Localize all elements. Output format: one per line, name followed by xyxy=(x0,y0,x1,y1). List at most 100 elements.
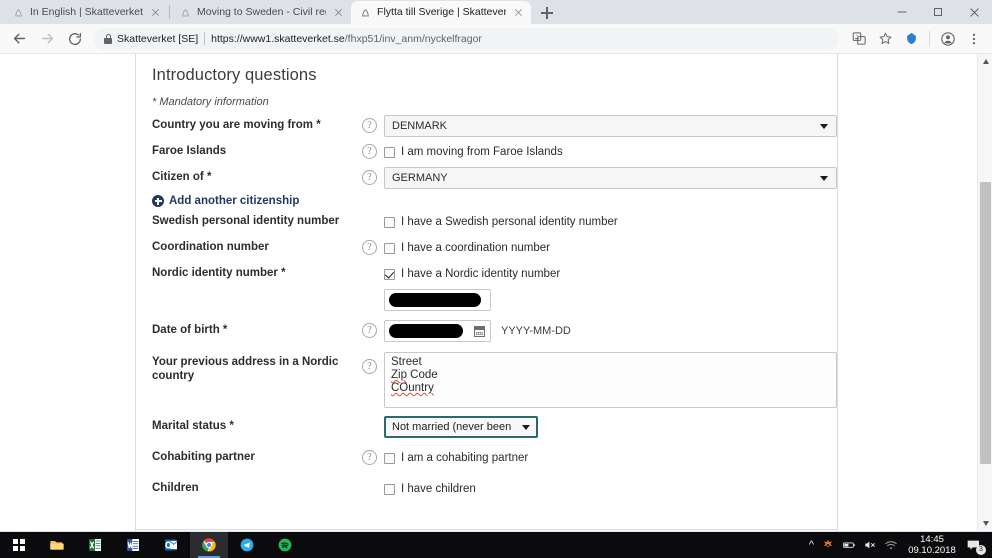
help-column: ? xyxy=(362,319,384,338)
checkbox-label: I have children xyxy=(401,483,476,495)
outlook-icon[interactable] xyxy=(152,532,190,558)
help-icon[interactable]: ? xyxy=(362,170,377,185)
help-column: ? xyxy=(362,114,384,133)
marital-status-select[interactable]: Not married (never been xyxy=(384,416,538,438)
three-dot-menu-icon[interactable] xyxy=(962,26,986,52)
help-icon[interactable]: ? xyxy=(362,359,377,374)
extension-icon[interactable] xyxy=(899,26,923,52)
swedish-id-checkbox-row[interactable]: I have a Swedish personal identity numbe… xyxy=(384,211,819,233)
nordic-id-checkbox[interactable] xyxy=(384,268,395,280)
field-label: Date of birth * xyxy=(152,324,228,336)
help-column: ? xyxy=(362,236,384,255)
page-viewport: Introductory questions * Mandatory infor… xyxy=(0,54,992,531)
help-column: ? xyxy=(362,351,384,374)
scrollbar-thumb[interactable] xyxy=(980,182,991,464)
volume-muted-icon[interactable] xyxy=(863,538,877,552)
antivirus-icon[interactable] xyxy=(821,538,835,552)
help-icon[interactable]: ? xyxy=(362,240,377,255)
citizenship-select[interactable]: GERMANY xyxy=(384,167,837,189)
maximize-icon[interactable] xyxy=(920,0,956,24)
star-icon[interactable] xyxy=(873,26,897,52)
help-icon[interactable]: ? xyxy=(362,450,377,465)
action-center-icon[interactable]: 3 xyxy=(966,537,986,555)
new-tab-button[interactable] xyxy=(534,2,560,24)
help-icon[interactable]: ? xyxy=(362,323,377,338)
plus-circle-icon xyxy=(152,195,164,207)
address-bar[interactable]: Skatteverket [SE] https://www1.skattever… xyxy=(94,27,839,50)
chevron-up-icon[interactable]: ^ xyxy=(809,539,814,551)
browser-tab-1[interactable]: In English | Skatteverket xyxy=(4,1,169,24)
faroe-islands-checkbox-row[interactable]: I am moving from Faroe Islands xyxy=(384,141,819,163)
chevron-down-icon xyxy=(522,425,530,430)
file-explorer-icon[interactable] xyxy=(38,532,76,558)
spotify-icon[interactable] xyxy=(266,532,304,558)
textarea-line-1: Street xyxy=(391,356,422,368)
url-path: /fhxp51/inv_anm/nyckelfragor xyxy=(344,32,482,45)
translate-icon[interactable] xyxy=(847,26,871,52)
forward-arrow-icon[interactable] xyxy=(34,26,60,52)
field-label: Children xyxy=(152,482,199,494)
children-checkbox[interactable] xyxy=(384,483,395,495)
children-checkbox-row[interactable]: I have children xyxy=(384,478,819,500)
url-origin: https://www1.skatteverket.se xyxy=(211,32,345,45)
page-body: Introductory questions * Mandatory infor… xyxy=(0,54,977,531)
chrome-icon[interactable] xyxy=(190,532,228,558)
taskbar-clock[interactable]: 14:45 09.10.2018 xyxy=(905,534,959,556)
page-scrollbar[interactable] xyxy=(977,54,992,531)
window-controls xyxy=(884,0,992,24)
windows-logo xyxy=(13,539,25,551)
back-arrow-icon[interactable] xyxy=(6,26,32,52)
close-icon[interactable] xyxy=(956,0,992,24)
chevron-down-icon xyxy=(820,124,828,129)
profile-avatar-icon[interactable] xyxy=(936,26,960,52)
coordination-number-checkbox-row[interactable]: I have a coordination number xyxy=(384,237,819,259)
field-label: Country you are moving from * xyxy=(152,119,321,131)
cohabiting-partner-checkbox[interactable] xyxy=(384,452,395,464)
scroll-up-arrow-icon[interactable] xyxy=(978,54,992,69)
word-icon[interactable] xyxy=(114,532,152,558)
field-label: Swedish personal identity number xyxy=(152,215,340,227)
reload-icon[interactable] xyxy=(62,26,88,52)
nordic-id-input[interactable] xyxy=(384,289,491,311)
windows-start-icon[interactable] xyxy=(0,532,38,558)
telegram-icon[interactable] xyxy=(228,532,266,558)
browser-tab-3-active[interactable]: Flytta till Sverige | Skatteverket xyxy=(351,1,532,24)
date-of-birth-input[interactable] xyxy=(384,320,491,342)
faroe-islands-checkbox[interactable] xyxy=(384,146,395,158)
wifi-icon[interactable] xyxy=(884,538,898,552)
tab-strip: In English | Skatteverket Moving to Swed… xyxy=(0,0,992,24)
textarea-line-3: COuntry xyxy=(391,382,830,395)
field-label: Your previous address in a Nordic countr… xyxy=(152,356,339,382)
form-content: Introductory questions * Mandatory infor… xyxy=(136,54,837,525)
coordination-number-checkbox[interactable] xyxy=(384,242,395,254)
field-label: Cohabiting partner xyxy=(152,451,255,463)
add-citizenship-link[interactable]: Add another citizenship xyxy=(146,192,819,210)
windows-taskbar: ^ 14:45 09.10.2018 3 xyxy=(0,532,992,558)
swedish-id-checkbox[interactable] xyxy=(384,216,395,228)
nordic-id-checkbox-row[interactable]: I have a Nordic identity number xyxy=(384,263,819,285)
help-icon[interactable]: ? xyxy=(362,144,377,159)
minimize-icon[interactable] xyxy=(884,0,920,24)
help-column xyxy=(362,262,384,266)
help-column: ? xyxy=(362,140,384,159)
help-column: ? xyxy=(362,446,384,465)
site-identity[interactable]: Skatteverket [SE] xyxy=(104,33,198,45)
close-icon[interactable] xyxy=(512,6,525,19)
tab-title: Moving to Sweden - Civil registr xyxy=(197,6,326,18)
checkbox-label: I have a coordination number xyxy=(401,242,550,254)
calendar-icon[interactable] xyxy=(474,326,485,337)
help-icon[interactable]: ? xyxy=(362,118,377,133)
close-icon[interactable] xyxy=(149,6,162,19)
scroll-down-arrow-icon[interactable] xyxy=(978,516,992,531)
redaction-bar xyxy=(389,293,481,307)
help-column xyxy=(362,477,384,481)
battery-icon[interactable] xyxy=(842,538,856,552)
previous-address-textarea[interactable]: Street Zip Code COuntry xyxy=(384,352,837,408)
close-icon[interactable] xyxy=(332,6,345,19)
browser-tab-2[interactable]: Moving to Sweden - Civil registr xyxy=(171,1,352,24)
form-row-faroe-islands: Faroe Islands ? I am moving from Faroe I… xyxy=(146,140,819,166)
field-control: Street Zip Code COuntry xyxy=(384,351,837,408)
cohabiting-partner-checkbox-row[interactable]: I am a cohabiting partner xyxy=(384,447,819,469)
excel-icon[interactable] xyxy=(76,532,114,558)
country-from-select[interactable]: DENMARK xyxy=(384,115,837,137)
